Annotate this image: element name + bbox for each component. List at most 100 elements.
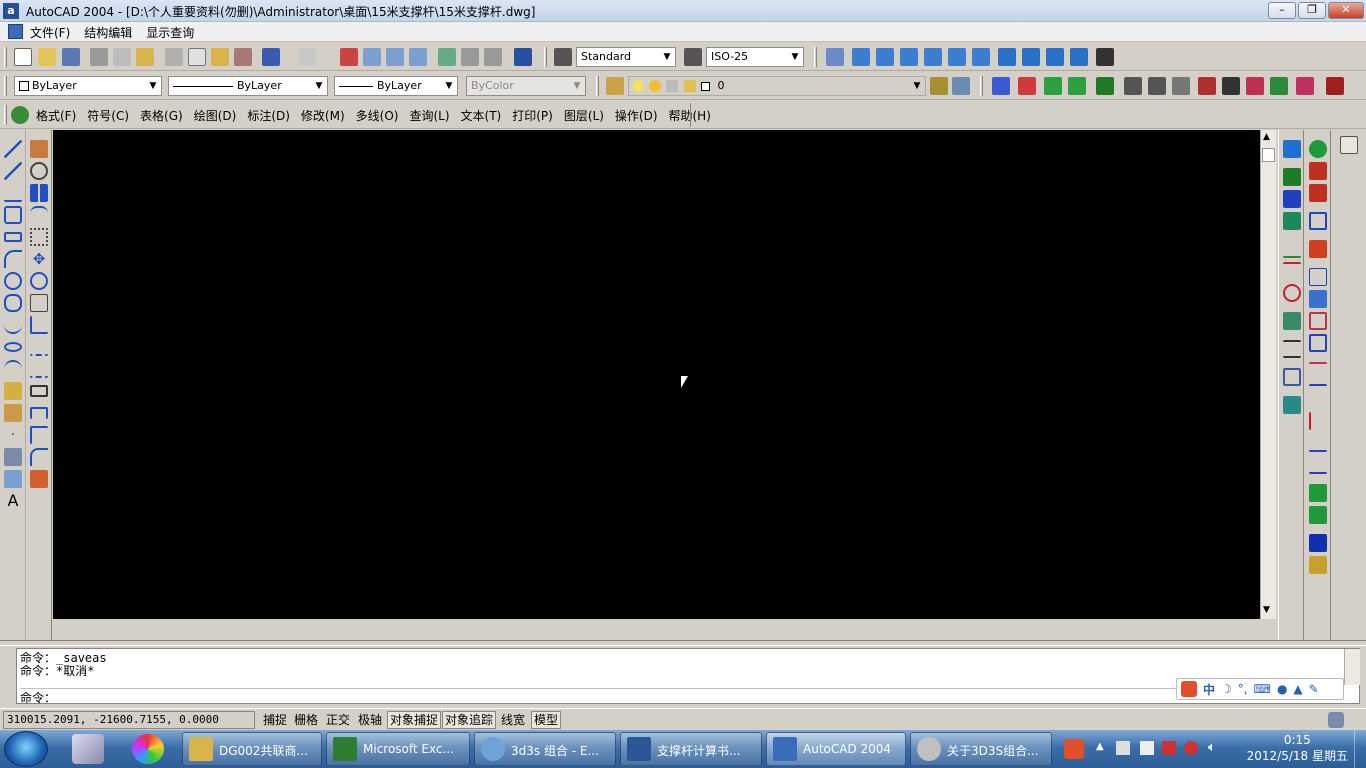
arc-icon[interactable] [4, 250, 22, 268]
fillet-icon[interactable] [30, 448, 48, 466]
task-3d3s-explorer[interactable]: 3d3s 组合 - E... [474, 732, 616, 766]
zoom-previous-icon[interactable] [409, 48, 427, 66]
make-block-icon[interactable] [4, 404, 22, 422]
rt2-tool-6-icon[interactable] [1309, 268, 1327, 286]
view-se-iso-icon[interactable] [1022, 48, 1040, 66]
structure-tool-6-icon[interactable] [1124, 77, 1142, 95]
rt2-tool-10-icon[interactable] [1309, 362, 1327, 380]
save-icon[interactable] [62, 48, 80, 66]
layer-select[interactable]: 0 ▼ [628, 76, 926, 96]
lineweight-select[interactable]: ByLayer ▼ [334, 76, 458, 96]
text-style-select[interactable]: Standard ▼ [576, 47, 676, 67]
menu-structure-edit[interactable]: 结构编辑 [84, 24, 132, 41]
comm-center-icon[interactable] [1328, 712, 1344, 728]
break-icon[interactable] [30, 407, 48, 419]
line-icon[interactable] [4, 140, 22, 158]
view-sw-iso-icon[interactable] [998, 48, 1016, 66]
security-tray-icon[interactable] [1162, 741, 1176, 755]
otrack-toggle[interactable]: 对象追踪 [442, 711, 497, 729]
construction-line-icon[interactable] [4, 162, 22, 180]
open-file-icon[interactable] [38, 48, 56, 66]
skin-icon[interactable]: ▲ [1293, 682, 1302, 696]
paste-icon[interactable] [211, 48, 229, 66]
array-icon[interactable] [30, 228, 48, 246]
explode-icon[interactable] [30, 470, 48, 488]
pan-icon[interactable] [340, 48, 358, 66]
menu-layer[interactable]: 图层(L) [564, 107, 604, 124]
rt1-tool-4-icon[interactable] [1283, 212, 1301, 230]
ellipse-icon[interactable] [4, 342, 22, 352]
coordinate-display[interactable]: 310015.2091, -21600.7155, 0.0000 [3, 711, 255, 729]
view-bottom-icon[interactable] [876, 48, 894, 66]
break-at-point-icon[interactable] [30, 385, 48, 397]
drawing-canvas[interactable] [53, 130, 1260, 619]
rt1-tool-3-icon[interactable] [1283, 190, 1301, 208]
rt1-tool-8-icon[interactable] [1283, 312, 1301, 330]
structure-tool-12-icon[interactable] [1270, 77, 1288, 95]
rt1-tool-10-icon[interactable] [1283, 368, 1301, 386]
notepad-quicklaunch-icon[interactable] [72, 734, 104, 764]
scroll-up-icon[interactable]: ▲ [1263, 132, 1270, 142]
view-named-icon[interactable] [826, 48, 844, 66]
rt1-tool-11-icon[interactable] [1283, 396, 1301, 414]
ortho-toggle[interactable]: 正交 [323, 711, 353, 729]
show-hidden-icons-icon[interactable]: ▲ [1096, 741, 1104, 752]
redo-icon[interactable] [298, 48, 316, 66]
ellipse-arc-icon[interactable] [4, 360, 22, 378]
move-icon[interactable]: ✥ [30, 250, 48, 268]
multiline-text-icon[interactable]: A [4, 492, 22, 510]
rt2-tool-3-icon[interactable] [1309, 184, 1327, 202]
moon-icon[interactable]: ☽ [1221, 682, 1232, 696]
polygon-icon[interactable] [4, 206, 22, 224]
sogou-logo-icon[interactable] [1181, 681, 1197, 697]
spline-icon[interactable] [4, 316, 22, 334]
rt2-tool-5-icon[interactable] [1309, 240, 1327, 258]
structure-tool-7-icon[interactable] [1148, 77, 1166, 95]
sogou-tray-icon[interactable] [1064, 739, 1084, 759]
rt1-tool-5-icon[interactable] [1283, 240, 1301, 258]
view-top-icon[interactable] [852, 48, 870, 66]
close-button[interactable]: ✕ [1328, 2, 1364, 19]
volume-icon[interactable]: 🔈︎ [1208, 740, 1216, 755]
erase-icon[interactable] [30, 140, 48, 158]
task-excel[interactable]: Microsoft Exc... [326, 732, 470, 766]
stretch-icon[interactable] [30, 316, 48, 334]
extend-icon[interactable] [30, 360, 48, 378]
color-select[interactable]: ByLayer ▼ [14, 76, 162, 96]
polar-toggle[interactable]: 极轴 [355, 711, 385, 729]
wrench-icon[interactable]: ✎ [1309, 682, 1319, 696]
rt1-tool-2-icon[interactable] [1283, 168, 1301, 186]
mirror-icon[interactable] [30, 184, 48, 202]
match-properties-icon[interactable] [234, 48, 252, 66]
show-desktop-button[interactable] [1354, 730, 1366, 768]
print-preview-icon[interactable] [113, 48, 131, 66]
point-icon[interactable]: · [4, 426, 22, 444]
linetype-select[interactable]: ByLayer ▼ [168, 76, 328, 96]
autocad-app-icon[interactable]: a [3, 3, 19, 19]
menu-operation[interactable]: 操作(D) [615, 107, 658, 124]
design-center-icon[interactable] [461, 48, 479, 66]
document-icon[interactable] [8, 24, 23, 39]
region-icon[interactable] [4, 470, 22, 488]
ime-toolbar[interactable]: 中 ☽ °, ⌨ ● ▲ ✎ [1176, 678, 1344, 700]
antivirus-tray-icon[interactable] [1184, 741, 1198, 755]
zoom-realtime-icon[interactable] [363, 48, 381, 66]
rt2-tool-7-icon[interactable] [1309, 290, 1327, 308]
menu-dimension[interactable]: 标注(D) [247, 107, 290, 124]
layer-previous-icon[interactable] [952, 77, 970, 95]
dim-style-select[interactable]: ISO-25 ▼ [706, 47, 804, 67]
view-left-icon[interactable] [900, 48, 918, 66]
circle-icon[interactable] [4, 272, 22, 290]
command-input-prompt[interactable]: 命令： [20, 691, 56, 705]
make-object-layer-current-icon[interactable] [930, 77, 948, 95]
structure-tool-11-icon[interactable] [1246, 77, 1264, 95]
publish-icon[interactable] [136, 48, 154, 66]
structure-tool-10-icon[interactable] [1222, 77, 1240, 95]
view-right-icon[interactable] [924, 48, 942, 66]
rt2-tool-8-icon[interactable] [1309, 312, 1327, 330]
structure-tool-5-icon[interactable] [1096, 77, 1114, 95]
punctuation-icon[interactable]: °, [1238, 682, 1248, 696]
start-button[interactable] [4, 731, 48, 767]
copy-object-icon[interactable] [30, 162, 48, 180]
clock[interactable]: 0:15 2012/5/18 星期五 [1247, 732, 1348, 764]
